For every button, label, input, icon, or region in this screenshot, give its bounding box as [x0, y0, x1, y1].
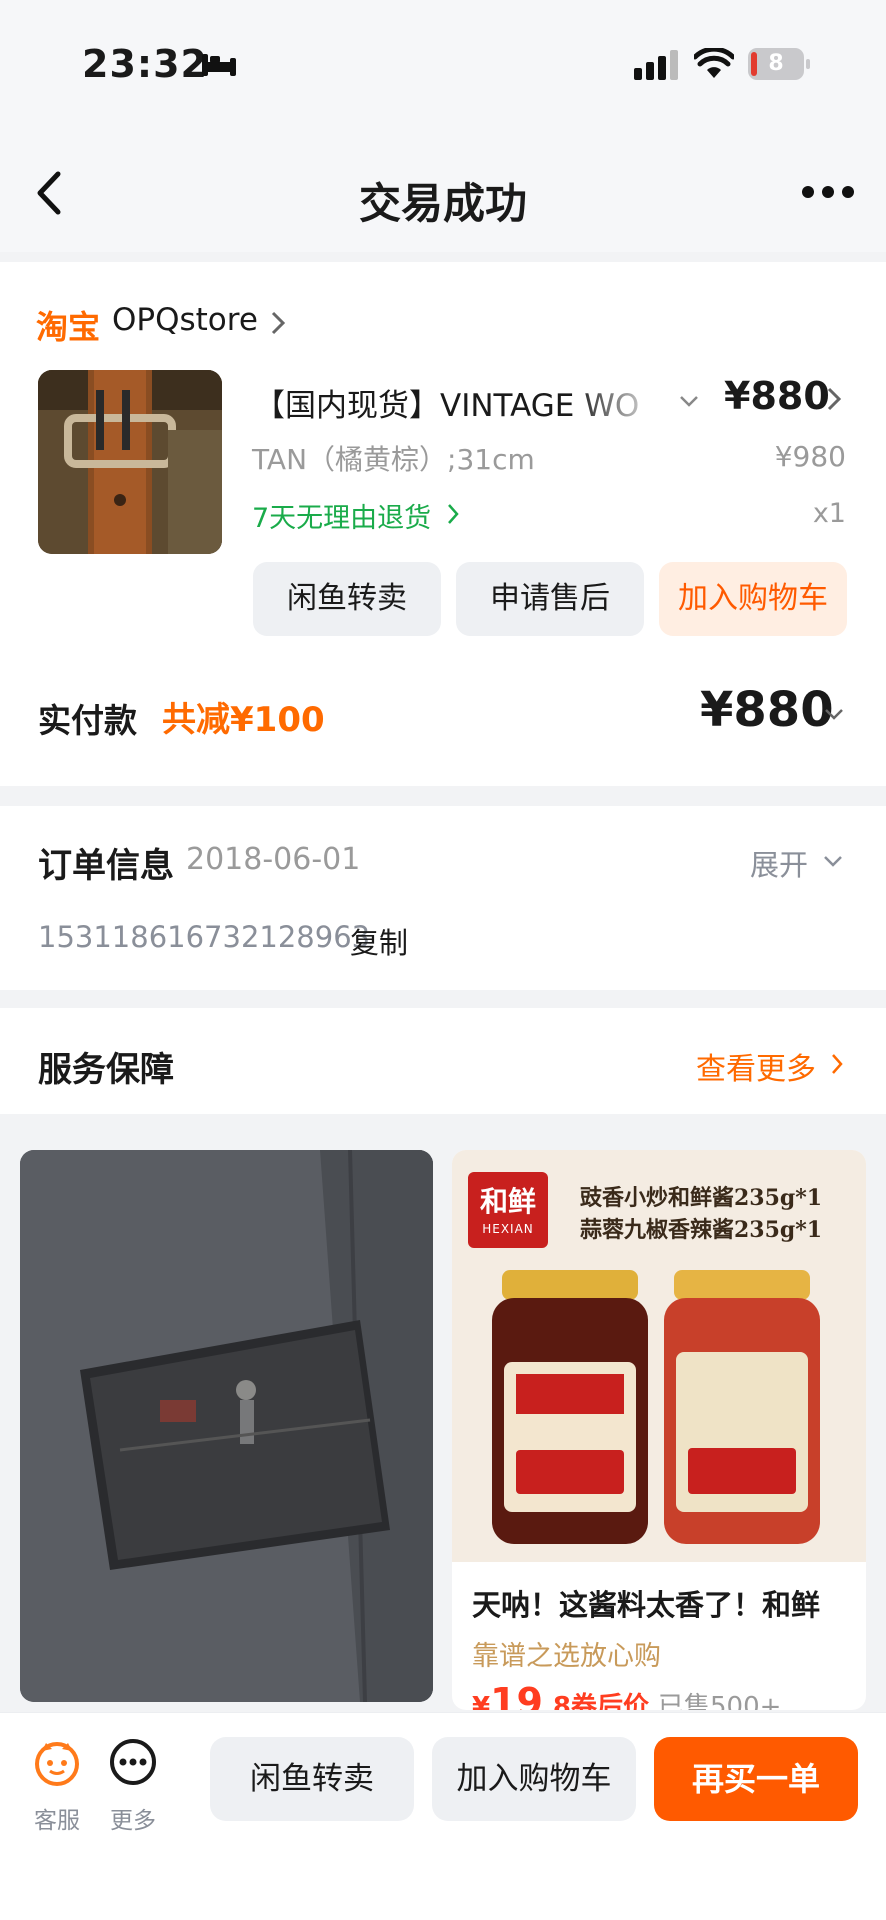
promo-headline-1: 豉香小炒和鲜酱235g*1 [580, 1185, 823, 1211]
service-title: 服务保障 [38, 1050, 174, 1090]
order-date: 2018-06-01 [186, 842, 361, 877]
taobao-logo: 淘宝 [36, 308, 101, 346]
copy-button[interactable]: 复制 [350, 920, 408, 962]
chevron-down-icon[interactable] [822, 850, 844, 872]
brand-logo: 和鲜 HEXIAN [468, 1172, 548, 1248]
promo-headline-2: 蒜蓉九椒香辣酱235g*1 [580, 1217, 823, 1243]
status-bar: 23:32 8 [0, 0, 886, 140]
recommendation-card-left[interactable] [20, 1150, 433, 1702]
order-card: 淘宝 OPQstore 【国内现货】VINTAGE WO ¥880 TAN（橘黄… [0, 262, 886, 786]
order-info-title: 订单信息 [38, 846, 174, 886]
chevron-right-icon[interactable] [446, 502, 460, 526]
product-thumbnail[interactable] [38, 370, 222, 554]
battery-level: 8 [768, 51, 784, 76]
resell-button[interactable]: 闲鱼转卖 [253, 562, 441, 636]
recommendation-title[interactable]: 天呐！这酱料太香了！和鲜 [472, 1582, 820, 1624]
sold-count: 已售500+ [658, 1692, 782, 1710]
resell-button[interactable]: 闲鱼转卖 [210, 1737, 414, 1821]
chevron-right-icon[interactable] [270, 310, 286, 336]
original-price: ¥980 [774, 440, 846, 473]
discount-amount: 共减¥100 [162, 700, 325, 740]
recommendation-price: ¥19.8券后价 已售500+ [472, 1680, 781, 1710]
product-quantity: x1 [812, 498, 846, 529]
page-title: 交易成功 [358, 179, 527, 228]
customer-service-label[interactable]: 客服 [17, 1801, 97, 1835]
customer-service-icon[interactable] [32, 1737, 82, 1787]
paid-label: 实付款 [38, 701, 137, 740]
more-dots-icon[interactable] [800, 182, 856, 202]
return-policy[interactable]: 7天无理由退货 [252, 496, 431, 535]
order-info-card: 订单信息 2018-06-01 展开 153118616732128963 复制 [0, 806, 886, 990]
status-time: 23:32 [82, 42, 208, 86]
battery-icon: 8 [748, 48, 810, 80]
buy-again-button[interactable]: 再买一单 [654, 1737, 858, 1821]
top-nav: 交易成功 [0, 140, 886, 252]
wifi-icon [694, 48, 734, 78]
more-label[interactable]: 更多 [93, 1801, 173, 1835]
sauce-product-image: 和鲜 HEXIAN 豉香小炒和鲜酱235g*1 蒜蓉九椒香辣酱235g*1 [452, 1150, 866, 1562]
view-more-link[interactable]: 查看更多 [696, 1044, 816, 1088]
belt-image [38, 370, 222, 554]
shop-name[interactable]: OPQstore [112, 302, 258, 338]
after-sale-button[interactable]: 申请售后 [456, 562, 644, 636]
recommendation-subtitle: 靠谱之选放心购 [472, 1641, 661, 1672]
sauce-jars-illustration [492, 1270, 820, 1544]
more-icon[interactable] [108, 1737, 158, 1787]
add-to-cart-button[interactable]: 加入购物车 [432, 1737, 636, 1821]
chevron-down-icon[interactable] [678, 390, 700, 412]
chevron-right-icon[interactable] [826, 386, 842, 412]
sleep-focus-icon [202, 54, 236, 76]
product-spec: TAN（橘黄棕）;31cm [252, 443, 535, 476]
product-price: ¥880 [724, 374, 830, 418]
recommendation-card-right[interactable]: 和鲜 HEXIAN 豉香小炒和鲜酱235g*1 蒜蓉九椒香辣酱235g*1 天呐… [452, 1150, 866, 1710]
order-number: 153118616732128963 [38, 920, 371, 954]
bottom-action-bar: 客服 更多 闲鱼转卖 加入购物车 再买一单 [0, 1712, 886, 1920]
service-card: 服务保障 查看更多 [0, 1008, 886, 1114]
paid-total[interactable]: ¥880 [700, 682, 834, 738]
cellular-signal-icon [634, 50, 678, 80]
fabric-patch-image [20, 1150, 433, 1702]
chevron-right-icon[interactable] [830, 1052, 844, 1076]
product-title[interactable]: 【国内现货】VINTAGE WO [254, 380, 664, 425]
chevron-down-icon[interactable] [822, 702, 846, 726]
add-to-cart-button[interactable]: 加入购物车 [659, 562, 847, 636]
expand-button[interactable]: 展开 [750, 842, 808, 884]
